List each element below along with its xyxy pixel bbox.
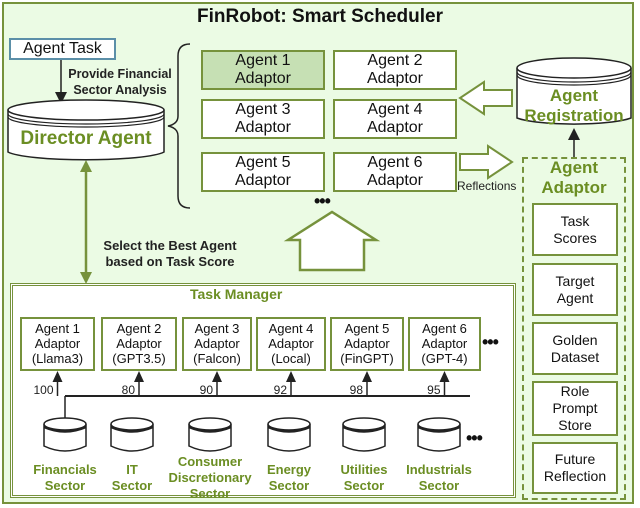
sector-label-line: Sector [111, 478, 153, 493]
agent-adaptor-item-line: Scores [553, 229, 597, 246]
arrowhead-up-icon [362, 371, 372, 382]
agent-adaptor-title-line1: Agent [549, 158, 599, 177]
agent-adaptor-item: Task Scores [532, 203, 618, 256]
agent-adaptor-item: Role Prompt Store [532, 381, 618, 436]
agent-adaptor-item: Target Agent [532, 263, 618, 316]
arrowhead-up-icon [439, 371, 450, 382]
agent-adaptor-title-line2: Adaptor [541, 178, 607, 197]
sector-label: IT Sector [87, 462, 177, 494]
diagram-canvas: FinRobot: Smart Scheduler Agent Task Pro… [0, 0, 640, 508]
agent-adaptor-item-line: Target [555, 272, 595, 289]
agent-adaptor-item-line: Future [554, 451, 596, 467]
sector-label-line: Sector [189, 486, 231, 501]
agent-adaptor-item-line: Agent [556, 289, 594, 306]
agent-adaptor-item-line: Store [558, 417, 592, 433]
sector-label-line: IT [126, 462, 138, 477]
tm-agents-more-ellipsis: ••• [482, 332, 499, 352]
arrowhead-up-icon [212, 371, 222, 382]
agent-adaptor-item-line: Prompt [552, 400, 598, 416]
sector-label-line: Sector [418, 478, 460, 493]
arrowhead-up-icon [52, 371, 63, 382]
agent-adaptor-item-line: Golden [552, 331, 598, 348]
agent-adaptor-title: Agent Adaptor [522, 158, 626, 198]
agent-adaptor-item: Golden Dataset [532, 322, 618, 375]
arrowhead-up-icon [286, 371, 296, 382]
sectors-more-ellipsis: ••• [466, 428, 483, 448]
agent-adaptor-item-line: Dataset [550, 348, 600, 365]
sector-label-line: Discretionary [168, 470, 252, 485]
agent-adaptor-item-line: Task [560, 212, 590, 229]
agent-adaptor-item-line: Reflection [543, 468, 607, 484]
arrowhead-up-icon [134, 371, 144, 382]
agent-adaptor-item-line: Role [560, 383, 590, 399]
sector-label-line: Industrials [406, 462, 472, 477]
agent-adaptor-item: Future Reflection [532, 442, 618, 494]
sector-label: Industrials Sector [394, 462, 484, 494]
sector-label-line: Consumer [177, 454, 243, 469]
sector-label: Consumer Discretionary Sector [165, 454, 255, 502]
